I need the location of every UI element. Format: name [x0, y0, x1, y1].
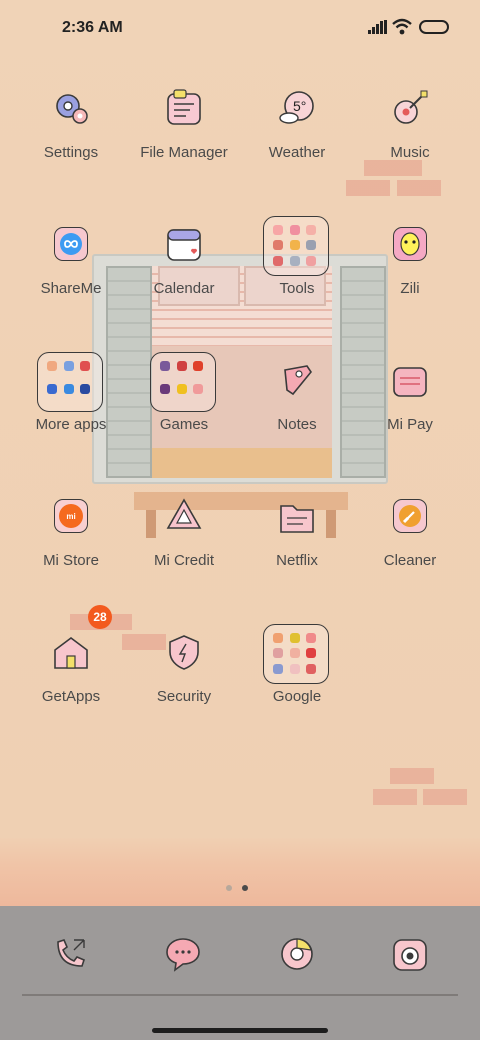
app-label: Cleaner — [383, 552, 437, 569]
app-calendar[interactable]: Calendar — [124, 220, 244, 340]
mi-logo: mi — [59, 504, 83, 528]
app-security[interactable]: Security — [124, 628, 244, 748]
battery-icon — [419, 20, 449, 34]
camera-icon[interactable] — [390, 934, 430, 974]
app-getapps[interactable]: GetApps — [11, 628, 131, 748]
folder-more-apps[interactable]: More apps — [11, 352, 131, 476]
app-label: Tools — [279, 280, 315, 297]
page-dot[interactable] — [226, 885, 232, 891]
folder-games[interactable]: Games — [124, 352, 244, 476]
gear-icon — [51, 88, 91, 128]
wifi-icon — [392, 18, 412, 35]
mi-store-icon: mi — [51, 496, 91, 536]
folder-icon — [263, 624, 329, 684]
house-icon — [51, 632, 91, 672]
app-music[interactable]: Music — [350, 84, 470, 204]
app-label: Mi Pay — [387, 416, 433, 433]
app-mi-pay[interactable]: Mi Pay — [350, 356, 470, 476]
app-label: Games — [159, 416, 209, 433]
dock-divider — [22, 994, 458, 996]
app-label: File Manager — [140, 144, 228, 161]
app-label: Mi Credit — [153, 552, 214, 569]
wallpaper-brick — [390, 768, 434, 784]
home-indicator[interactable] — [152, 1028, 328, 1033]
app-label: Security — [156, 688, 212, 705]
app-mi-credit[interactable]: Mi Credit — [124, 492, 244, 612]
dock — [0, 906, 480, 1040]
app-cleaner[interactable]: Cleaner — [350, 492, 470, 612]
browser-icon[interactable] — [277, 934, 317, 974]
folder-icon — [150, 352, 216, 412]
wallet-icon — [390, 360, 430, 400]
signal-icon — [368, 20, 387, 34]
app-label: Settings — [43, 144, 99, 161]
folder-netflix-icon — [277, 496, 317, 536]
app-label: ShareMe — [40, 280, 102, 297]
folder-icon — [263, 216, 329, 276]
app-netflix[interactable]: Netflix — [237, 492, 357, 612]
weather-temp: 5° — [293, 98, 307, 114]
folder-google[interactable]: Google — [237, 624, 357, 748]
notes-icon — [277, 360, 317, 400]
notification-badge: 28 — [88, 605, 112, 629]
calendar-icon — [164, 224, 204, 264]
app-notes[interactable]: Notes — [237, 356, 357, 476]
infinity-icon — [51, 224, 91, 264]
app-label: Notes — [277, 416, 317, 433]
guitar-icon — [390, 88, 430, 128]
app-settings[interactable]: Settings — [11, 84, 131, 204]
app-label: Zili — [400, 280, 420, 297]
broom-icon — [390, 496, 430, 536]
app-mi-store[interactable]: mi Mi Store — [11, 492, 131, 612]
app-shareme[interactable]: ShareMe — [11, 220, 131, 340]
wallpaper-brick — [373, 789, 417, 805]
folder-icon — [37, 352, 103, 412]
phone-icon[interactable] — [50, 934, 90, 974]
mi-credit-icon — [164, 496, 204, 536]
app-file-manager[interactable]: File Manager — [124, 84, 244, 204]
status-time: 2:36 AM — [62, 19, 123, 36]
messages-icon[interactable] — [163, 934, 203, 974]
app-label: Netflix — [276, 552, 318, 569]
shield-icon — [164, 632, 204, 672]
notes-folder-icon — [164, 88, 204, 128]
app-label: Weather — [268, 144, 326, 161]
folder-tools[interactable]: Tools — [237, 216, 357, 340]
app-label: More apps — [35, 416, 107, 433]
app-label: Google — [272, 688, 322, 705]
page-dot-active[interactable] — [242, 885, 248, 891]
app-zili[interactable]: Zili — [350, 220, 470, 340]
zili-icon — [390, 224, 430, 264]
app-weather[interactable]: 5° Weather — [237, 84, 357, 204]
status-bar: 2:36 AM — [0, 0, 480, 56]
page-indicator[interactable] — [226, 878, 258, 896]
wallpaper-brick — [423, 789, 467, 805]
app-label: GetApps — [41, 688, 101, 705]
app-label: Calendar — [153, 280, 215, 297]
app-label: Mi Store — [43, 552, 99, 569]
app-label: Music — [390, 144, 430, 161]
weather-icon: 5° — [277, 88, 317, 128]
